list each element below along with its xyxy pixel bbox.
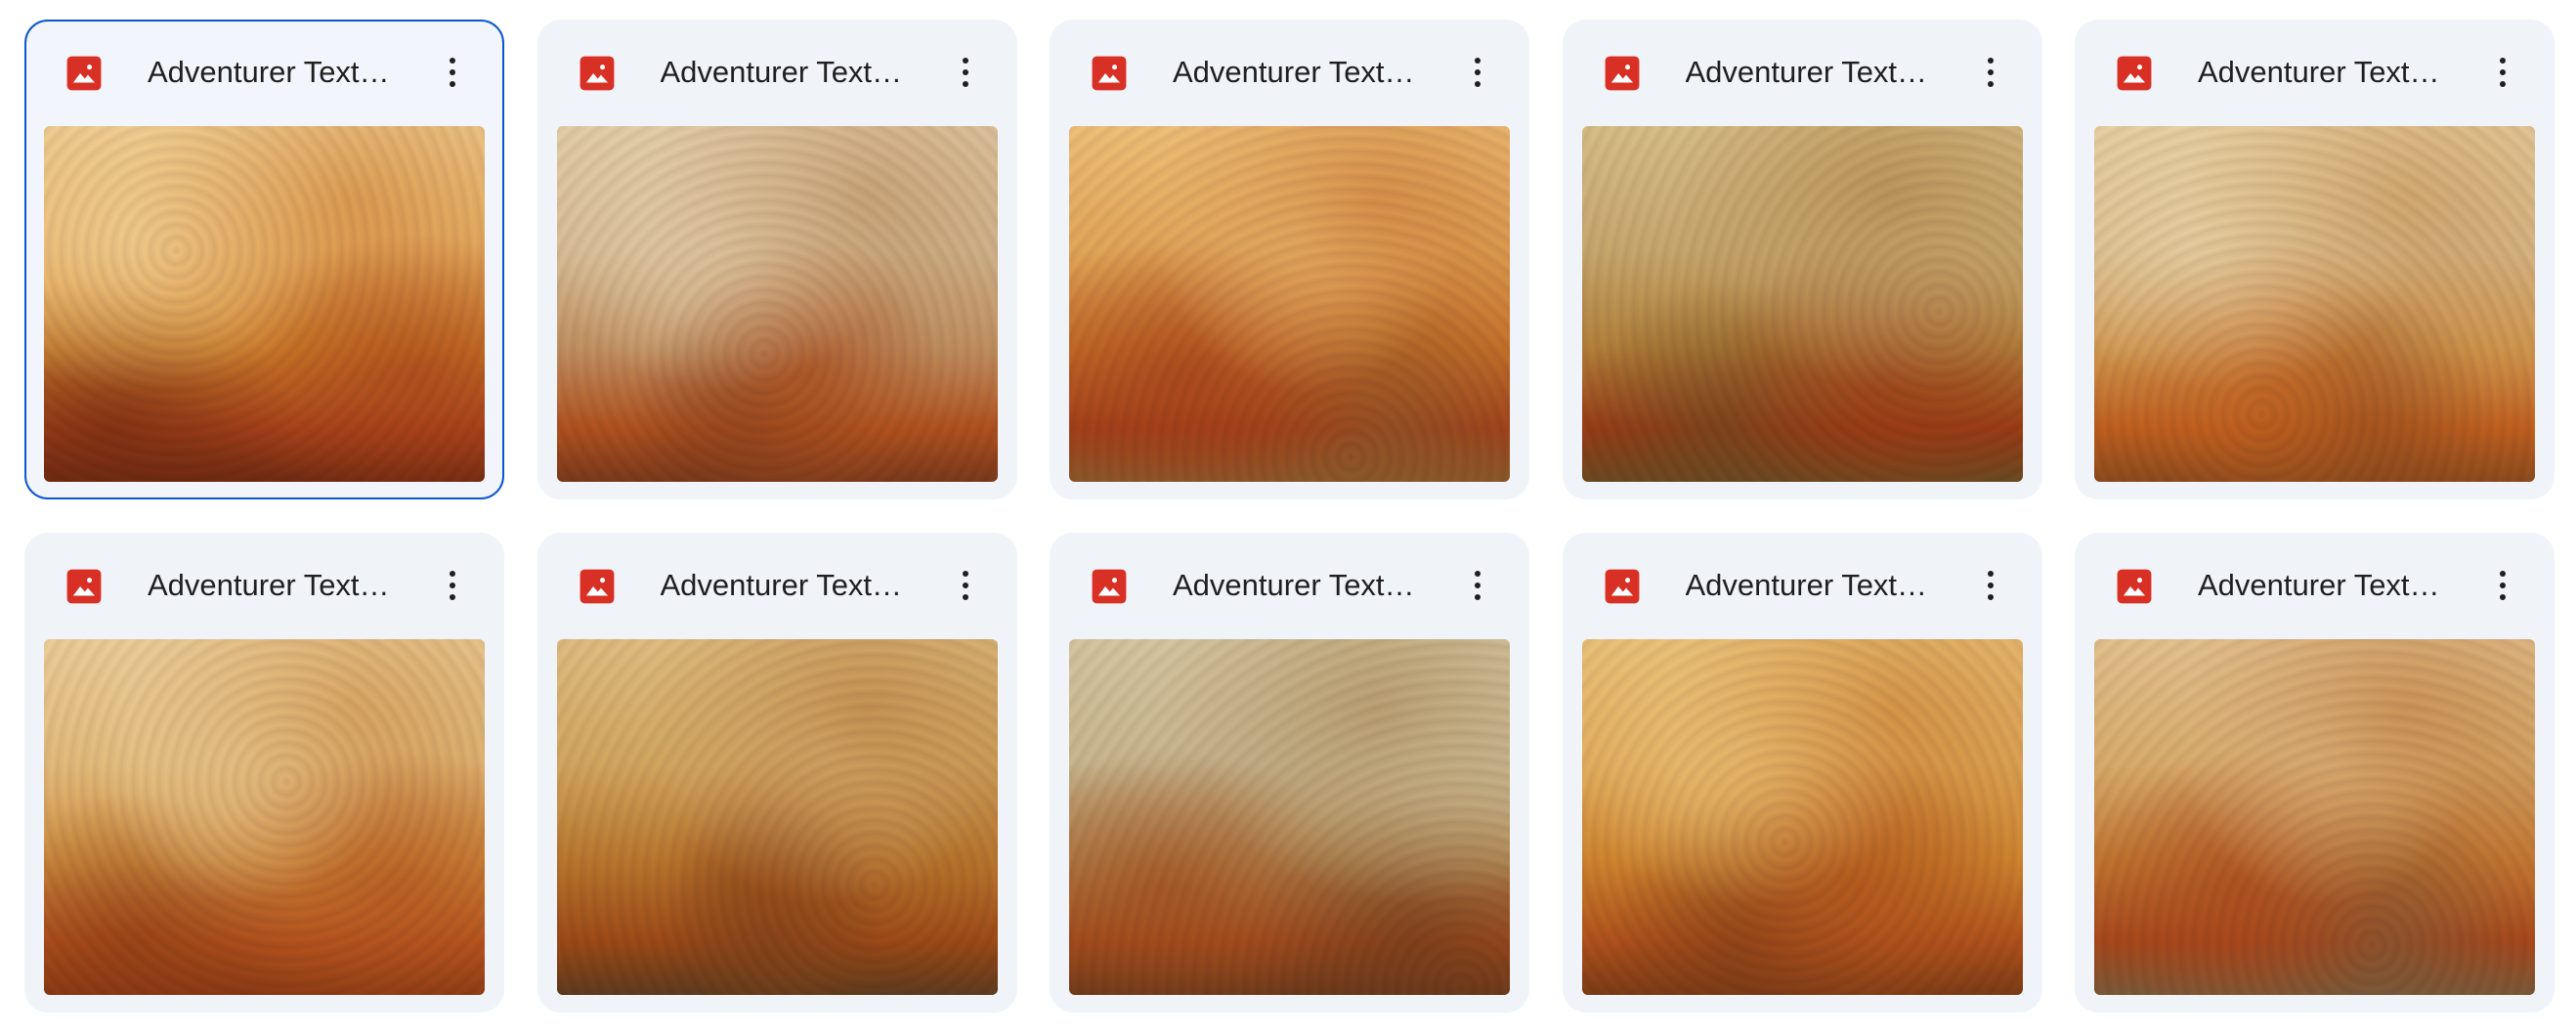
- image-file-icon: [65, 568, 103, 605]
- image-file-icon: [1604, 568, 1641, 605]
- file-card[interactable]: Adventurer Texture 10: [2075, 533, 2555, 1013]
- more-options-button[interactable]: [1454, 49, 1501, 96]
- file-grid: Adventurer Texture 1 Adventurer Texture …: [24, 20, 2555, 1013]
- file-card-header: Adventurer Texture 2: [539, 22, 1015, 123]
- more-options-button[interactable]: [429, 562, 476, 609]
- file-thumbnail[interactable]: [44, 639, 485, 995]
- file-card-header: Adventurer Texture 7: [539, 535, 1015, 636]
- file-card[interactable]: Adventurer Texture 7: [537, 533, 1017, 1013]
- file-thumbnail[interactable]: [1581, 639, 2023, 995]
- file-title[interactable]: Adventurer Texture 7: [661, 564, 915, 607]
- file-card[interactable]: Adventurer Texture 3: [1050, 20, 1529, 499]
- file-card[interactable]: Adventurer Texture 1: [24, 20, 504, 499]
- file-card[interactable]: Adventurer Texture 2: [537, 20, 1017, 499]
- file-title[interactable]: Adventurer Texture 6: [148, 564, 402, 607]
- file-title[interactable]: Adventurer Texture 1: [148, 51, 402, 94]
- image-file-icon: [2116, 55, 2153, 92]
- file-title[interactable]: Adventurer Texture 9: [1686, 564, 1940, 607]
- more-options-button[interactable]: [942, 49, 989, 96]
- more-options-button[interactable]: [2479, 49, 2526, 96]
- file-thumbnail[interactable]: [44, 126, 485, 482]
- image-file-icon: [1091, 55, 1128, 92]
- more-vert-icon: [450, 571, 455, 600]
- file-card-header: Adventurer Texture 8: [1052, 535, 1527, 636]
- file-title[interactable]: Adventurer Texture 5: [2198, 51, 2452, 94]
- image-file-icon: [1604, 55, 1641, 92]
- more-vert-icon: [450, 58, 455, 87]
- file-thumbnail[interactable]: [556, 639, 998, 995]
- file-card-header: Adventurer Texture 10: [2077, 535, 2553, 636]
- image-file-icon: [1091, 568, 1128, 605]
- file-thumbnail[interactable]: [1581, 126, 2023, 482]
- image-file-icon: [579, 55, 616, 92]
- file-thumbnail[interactable]: [1069, 639, 1510, 995]
- file-title[interactable]: Adventurer Texture 8: [1173, 564, 1427, 607]
- more-options-button[interactable]: [1454, 562, 1501, 609]
- more-options-button[interactable]: [942, 562, 989, 609]
- file-thumbnail[interactable]: [1069, 126, 1510, 482]
- file-thumbnail[interactable]: [556, 126, 998, 482]
- file-card[interactable]: Adventurer Texture 6: [24, 533, 504, 1013]
- file-card[interactable]: Adventurer Texture 9: [1562, 533, 2042, 1013]
- more-vert-icon: [962, 58, 968, 87]
- file-title[interactable]: Adventurer Texture 3: [1173, 51, 1427, 94]
- file-title[interactable]: Adventurer Texture 4: [1686, 51, 1940, 94]
- more-vert-icon: [1475, 571, 1481, 600]
- more-vert-icon: [962, 571, 968, 600]
- file-card[interactable]: Adventurer Texture 8: [1050, 533, 1529, 1013]
- image-file-icon: [579, 568, 616, 605]
- file-card-header: Adventurer Texture 5: [2077, 22, 2553, 123]
- more-options-button[interactable]: [1967, 49, 2014, 96]
- file-card-header: Adventurer Texture 1: [26, 22, 502, 123]
- more-vert-icon: [1475, 58, 1481, 87]
- image-file-icon: [2116, 568, 2153, 605]
- file-thumbnail[interactable]: [2094, 126, 2535, 482]
- more-options-button[interactable]: [429, 49, 476, 96]
- more-options-button[interactable]: [2479, 562, 2526, 609]
- file-thumbnail[interactable]: [2094, 639, 2535, 995]
- file-title[interactable]: Adventurer Texture 10: [2198, 564, 2452, 607]
- more-vert-icon: [2500, 58, 2506, 87]
- file-card-header: Adventurer Texture 6: [26, 535, 502, 636]
- more-options-button[interactable]: [1967, 562, 2014, 609]
- more-vert-icon: [1987, 571, 1994, 600]
- file-card-header: Adventurer Texture 3: [1052, 22, 1527, 123]
- more-vert-icon: [2500, 571, 2506, 600]
- file-card-header: Adventurer Texture 4: [1565, 22, 2040, 123]
- file-card[interactable]: Adventurer Texture 5: [2075, 20, 2555, 499]
- image-file-icon: [65, 55, 103, 92]
- file-card-header: Adventurer Texture 9: [1565, 535, 2040, 636]
- file-title[interactable]: Adventurer Texture 2: [661, 51, 915, 94]
- more-vert-icon: [1987, 58, 1994, 87]
- file-card[interactable]: Adventurer Texture 4: [1562, 20, 2042, 499]
